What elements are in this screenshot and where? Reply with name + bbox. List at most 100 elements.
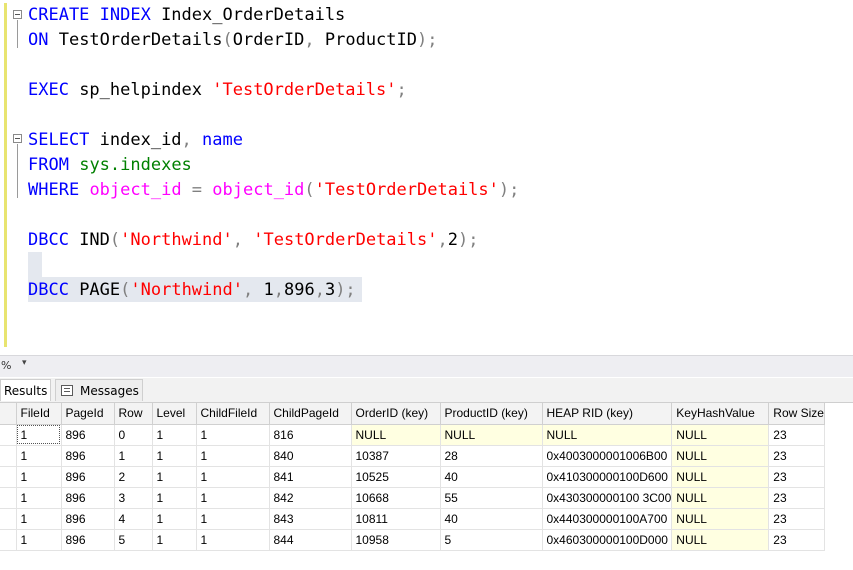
grid-cell[interactable]: 843 [269, 508, 352, 530]
table-row[interactable]: 1 896 3 1 1 842 10668 55 0x430300000100 3C00 NULL… [0, 487, 826, 509]
code-line[interactable]: WHERE object_id = object_id('TestOrderDe… [28, 178, 519, 203]
grid-cell[interactable]: 1 [16, 424, 62, 446]
column-header[interactable]: FileId [16, 403, 62, 425]
grid-cell[interactable]: 1 [16, 487, 62, 509]
grid-cell[interactable]: 23 [768, 508, 826, 530]
column-header[interactable]: HEAP RID (key) [542, 403, 673, 425]
grid-cell[interactable]: 4 [114, 508, 153, 530]
grid-cell[interactable]: 5 [114, 529, 153, 551]
grid-cell[interactable]: 10958 [351, 529, 441, 551]
grid-cell[interactable]: 10811 [351, 508, 441, 530]
code-line[interactable]: FROM sys.indexes [28, 153, 192, 178]
row-number-cell[interactable] [0, 487, 17, 509]
tab-results[interactable]: Results [0, 379, 51, 401]
grid-cell[interactable]: 1 [196, 466, 270, 488]
table-row[interactable]: 1 896 4 1 1 843 10811 40 0x440300000100A700 NULL 2… [0, 508, 826, 530]
grid-cell[interactable]: 1 [196, 508, 270, 530]
code-line[interactable]: CREATE INDEX Index_OrderDetails [28, 3, 345, 28]
row-number-cell[interactable] [0, 445, 17, 467]
grid-cell[interactable]: 0x430300000100 3C00 [542, 487, 673, 509]
grid-cell[interactable]: 10525 [351, 466, 441, 488]
results-grid[interactable]: FileId PageId Row Level ChildFileId ChildPage… [0, 402, 853, 570]
grid-cell[interactable]: NULL [671, 508, 770, 530]
grid-cell[interactable]: NULL [542, 424, 673, 446]
grid-cell[interactable]: 1 [114, 445, 153, 467]
grid-cell[interactable]: 896 [61, 466, 115, 488]
column-header[interactable]: ChildPageId [269, 403, 352, 425]
zoom-dropdown[interactable]: % ▾ [0, 358, 32, 374]
grid-cell[interactable]: 5 [440, 529, 543, 551]
grid-cell[interactable]: NULL [671, 445, 770, 467]
row-number-cell[interactable] [0, 466, 17, 488]
grid-cell[interactable]: 23 [768, 487, 826, 509]
grid-cell[interactable]: 40 [440, 466, 543, 488]
grid-cell[interactable]: 23 [768, 529, 826, 551]
grid-cell[interactable]: 1 [16, 508, 62, 530]
grid-cell[interactable]: 0x410300000100D600 [542, 466, 673, 488]
row-number-cell[interactable] [0, 529, 17, 551]
column-header[interactable]: Row [114, 403, 153, 425]
grid-cell[interactable]: 841 [269, 466, 352, 488]
grid-cell[interactable]: 1 [152, 466, 197, 488]
grid-cell[interactable]: 0 [114, 424, 153, 446]
row-number-header[interactable] [0, 403, 17, 425]
column-header[interactable]: KeyHashValue [671, 403, 770, 425]
table-row[interactable]: 1 896 2 1 1 841 10525 40 0x410300000100D600 NULL 2… [0, 466, 826, 488]
grid-cell[interactable]: 816 [269, 424, 352, 446]
grid-cell[interactable]: 1 [196, 529, 270, 551]
grid-cell[interactable]: 1 [16, 445, 62, 467]
grid-cell[interactable]: 896 [61, 487, 115, 509]
grid-cell[interactable]: 1 [152, 487, 197, 509]
grid-cell[interactable]: 2 [114, 466, 153, 488]
grid-cell[interactable]: 896 [61, 508, 115, 530]
grid-cell[interactable]: 844 [269, 529, 352, 551]
grid-cell[interactable]: 840 [269, 445, 352, 467]
grid-cell[interactable]: 3 [114, 487, 153, 509]
grid-cell[interactable]: 1 [16, 466, 62, 488]
row-number-cell[interactable] [0, 424, 17, 446]
tab-messages[interactable]: Messages [55, 379, 143, 401]
column-header[interactable]: PageId [61, 403, 115, 425]
collapse-toggle[interactable] [13, 134, 22, 143]
grid-cell[interactable]: NULL [671, 487, 770, 509]
grid-cell[interactable]: 55 [440, 487, 543, 509]
grid-cell[interactable]: NULL [440, 424, 543, 446]
grid-cell[interactable]: 1 [152, 529, 197, 551]
grid-cell[interactable]: 896 [61, 445, 115, 467]
query-editor[interactable]: CREATE INDEX Index_OrderDetails ON TestOr… [0, 0, 853, 355]
grid-cell[interactable]: 842 [269, 487, 352, 509]
grid-cell[interactable]: 40 [440, 508, 543, 530]
collapse-toggle[interactable] [13, 10, 22, 19]
grid-cell[interactable]: 1 [196, 424, 270, 446]
table-row[interactable]: 1 896 5 1 1 844 10958 5 0x460300000100D000 NULL 23 [0, 529, 826, 551]
grid-cell[interactable]: 1 [152, 424, 197, 446]
grid-cell[interactable]: NULL [671, 529, 770, 551]
code-line[interactable]: EXEC sp_helpindex 'TestOrderDetails'; [28, 78, 407, 103]
code-line[interactable]: ON TestOrderDetails(OrderID, ProductID); [28, 28, 437, 53]
table-row[interactable]: 1 896 1 1 1 840 10387 28 0x4003000001006B00 NULL 2… [0, 445, 826, 467]
grid-cell[interactable]: 23 [768, 466, 826, 488]
code-line[interactable]: DBCC PAGE('Northwind', 1,896,3); [28, 278, 356, 303]
grid-cell[interactable]: 1 [152, 445, 197, 467]
grid-cell[interactable]: 1 [152, 508, 197, 530]
grid-cell[interactable]: 896 [61, 529, 115, 551]
code-line[interactable]: DBCC IND('Northwind', 'TestOrderDetails'… [28, 228, 478, 253]
grid-cell[interactable]: 10387 [351, 445, 441, 467]
grid-cell[interactable]: 896 [61, 424, 115, 446]
grid-cell[interactable]: NULL [671, 466, 770, 488]
row-number-cell[interactable] [0, 508, 17, 530]
grid-cell[interactable]: 23 [768, 445, 826, 467]
grid-cell[interactable]: NULL [351, 424, 441, 446]
grid-cell[interactable]: 0x4003000001006B00 [542, 445, 673, 467]
grid-cell[interactable]: 1 [16, 529, 62, 551]
column-header[interactable]: Row Size [768, 403, 826, 425]
code-line[interactable]: SELECT index_id, name [28, 128, 243, 153]
table-row[interactable]: 1 896 0 1 1 816 NULL NULL NULL NULL 23 [0, 424, 826, 446]
grid-cell[interactable]: NULL [671, 424, 770, 446]
grid-cell[interactable]: 1 [196, 445, 270, 467]
grid-cell[interactable]: 0x460300000100D000 [542, 529, 673, 551]
column-header[interactable]: OrderID (key) [351, 403, 441, 425]
column-header[interactable]: Level [152, 403, 197, 425]
column-header[interactable]: ChildFileId [196, 403, 270, 425]
grid-cell[interactable]: 1 [196, 487, 270, 509]
